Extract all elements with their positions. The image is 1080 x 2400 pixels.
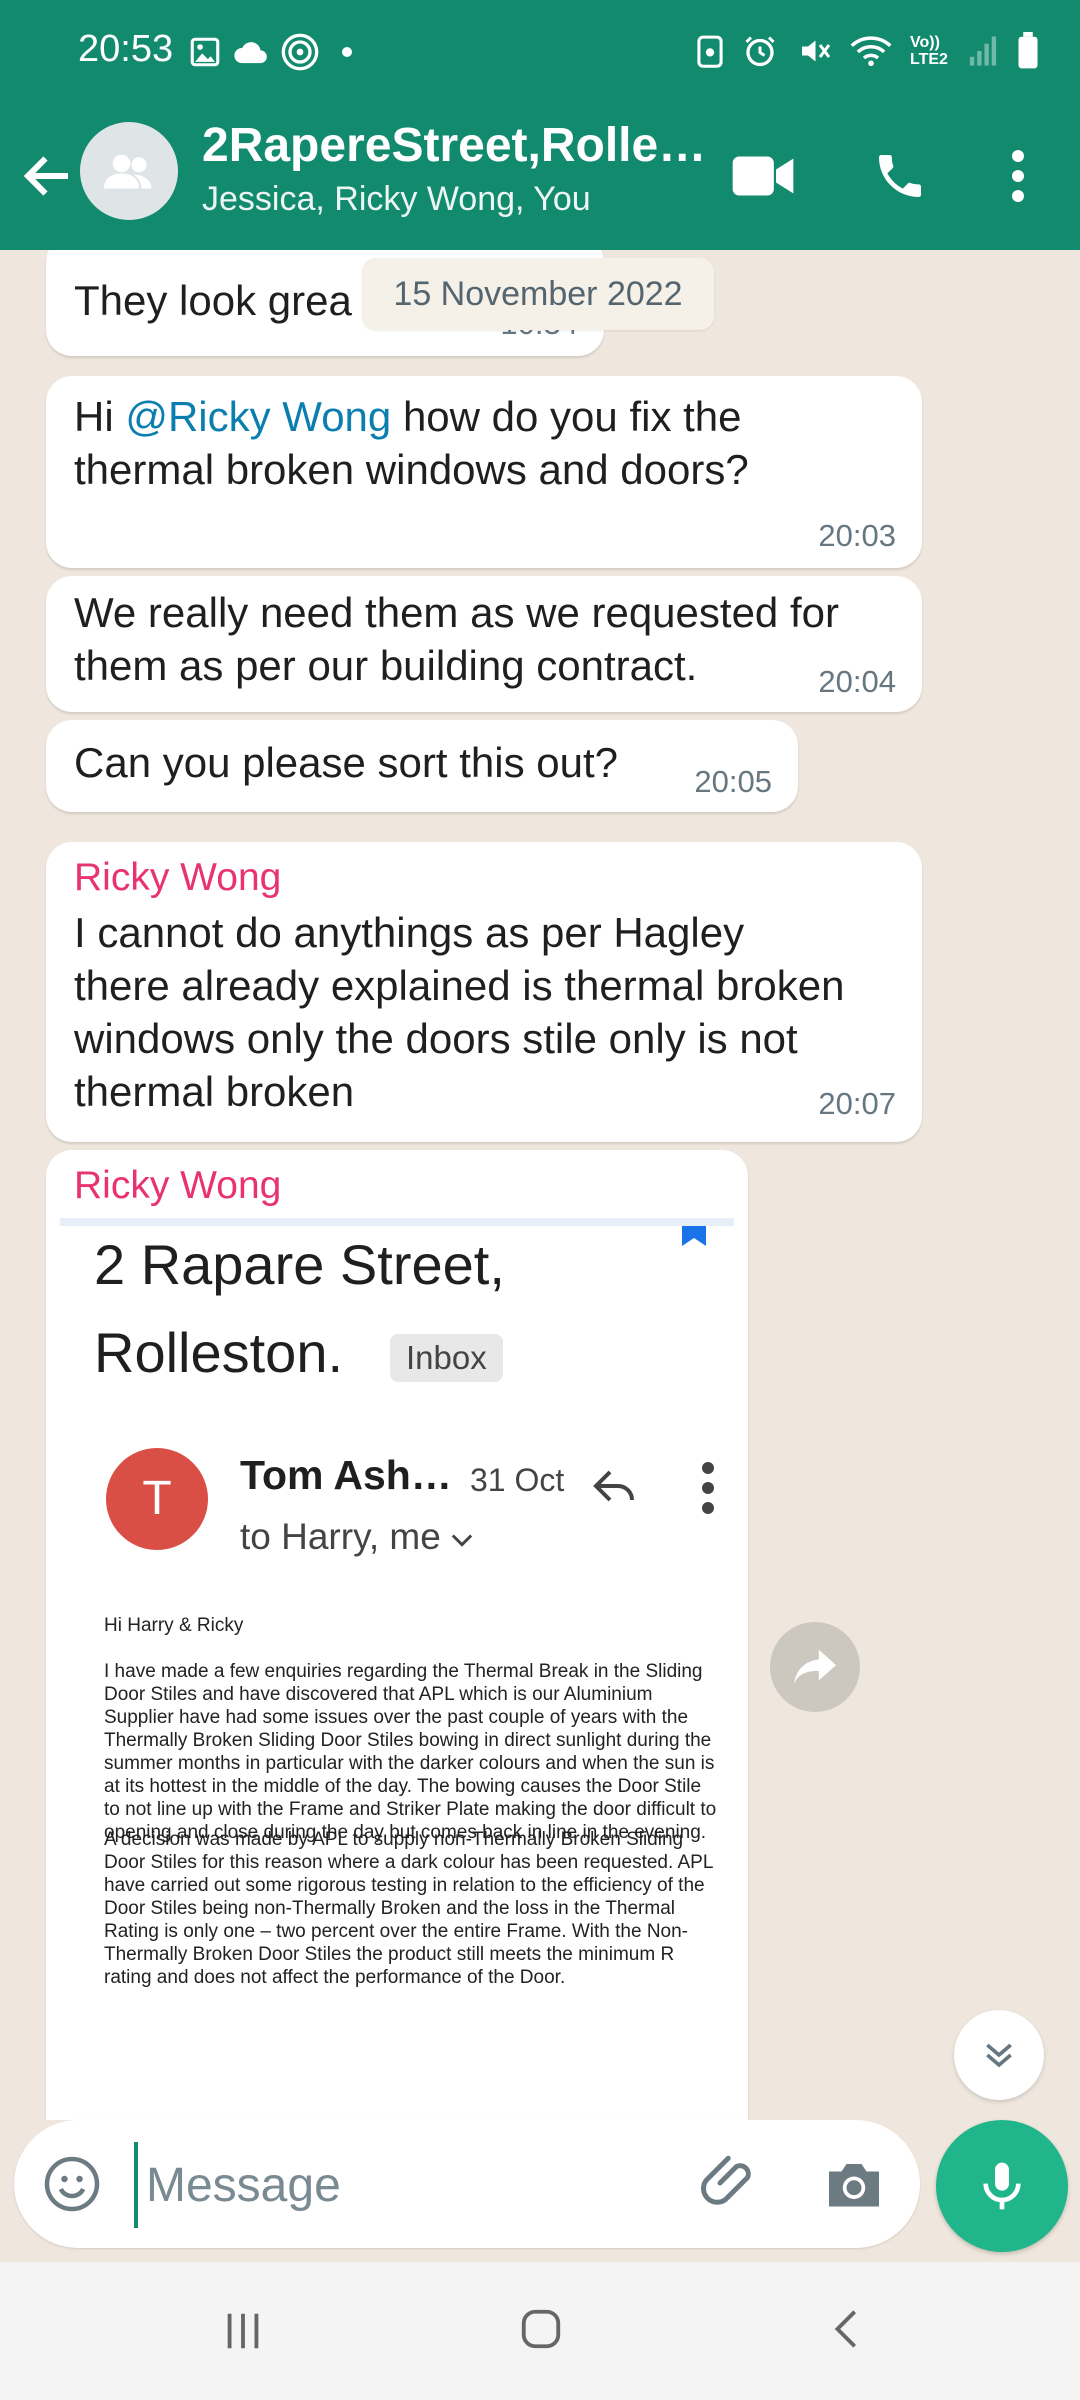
- message-bubble[interactable]: Can you please sort this out? 20:05: [46, 720, 798, 812]
- alarm-icon: [745, 36, 775, 67]
- scroll-to-bottom-button[interactable]: [954, 2010, 1044, 2100]
- camera-icon[interactable]: [824, 2156, 884, 2212]
- mention-link[interactable]: @Ricky Wong: [125, 393, 391, 440]
- back-arrow-icon[interactable]: [18, 146, 78, 206]
- bookmark-icon: [682, 1226, 706, 1246]
- back-icon[interactable]: [824, 2306, 870, 2352]
- chevron-down-icon: [451, 1534, 473, 1547]
- message-text: I cannot do anythings as per Hagley: [74, 909, 745, 956]
- message-text: We really need them as we requested for: [74, 589, 839, 636]
- mute-icon: [802, 40, 831, 62]
- voice-call-icon[interactable]: [872, 148, 928, 204]
- chat-header: 2RapereStreet,Rolle… Jessica, Ricky Wong…: [0, 110, 1080, 250]
- gallery-icon: [190, 37, 220, 67]
- battery-icon: [1018, 32, 1038, 69]
- message-text: how do you fix the: [391, 393, 742, 440]
- more-options-icon[interactable]: [1000, 146, 1036, 206]
- email-screenshot-image[interactable]: 2 Rapare Street, Rolleston. Inbox T Tom …: [60, 1218, 734, 2100]
- system-navigation-bar: [0, 2262, 1080, 2400]
- message-time: 20:05: [694, 764, 772, 799]
- chat-area[interactable]: They look grea 10:34 15 November 2022 Hi…: [0, 250, 1080, 2120]
- message-composer: [14, 2120, 920, 2248]
- message-text: windows only the doors stile only is not: [74, 1015, 798, 1062]
- message-bubble[interactable]: We really need them as we requested for …: [46, 576, 922, 712]
- email-sender-avatar: T: [106, 1448, 208, 1550]
- recent-apps-icon[interactable]: [220, 2308, 266, 2354]
- forward-icon: [793, 1649, 837, 1685]
- double-chevron-down-icon: [986, 2043, 1012, 2068]
- wifi-icon: [850, 36, 892, 67]
- inbox-label: Inbox: [390, 1334, 503, 1382]
- email-sender-name: Tom Ash…: [240, 1452, 452, 1498]
- message-bubble[interactable]: Ricky Wong I cannot do anythings as per …: [46, 842, 922, 1142]
- network-label: Vo)) LTE2: [910, 34, 948, 68]
- message-text: thermal broken windows and doors?: [74, 446, 749, 493]
- message-text: Can you please sort this out?: [74, 739, 618, 786]
- reply-icon: [593, 1470, 634, 1502]
- email-date: 31 Oct: [470, 1462, 565, 1498]
- group-icon: [104, 154, 152, 189]
- voice-message-button[interactable]: [936, 2120, 1068, 2252]
- email-more-icon: [702, 1462, 714, 1514]
- message-time: 20:04: [818, 664, 896, 699]
- attach-icon[interactable]: [698, 2150, 764, 2216]
- email-recipients: to Harry, me: [240, 1516, 441, 1557]
- message-text: They look grea: [74, 277, 352, 324]
- sender-name[interactable]: Ricky Wong: [74, 856, 281, 900]
- emoji-icon[interactable]: [42, 2154, 102, 2214]
- message-input[interactable]: [134, 2142, 608, 2228]
- email-greeting: Hi Harry & Ricky: [104, 1615, 244, 1636]
- video-call-icon[interactable]: [730, 150, 796, 202]
- message-time: 20:03: [818, 518, 896, 553]
- message-bubble[interactable]: Hi @Ricky Wong how do you fix the therma…: [46, 376, 922, 568]
- forward-button[interactable]: [770, 1622, 860, 1712]
- microphone-icon: [983, 2162, 1021, 2210]
- email-paragraph: A decision was made by APL to supply non…: [104, 1829, 713, 1988]
- dot-indicator: [342, 47, 352, 57]
- email-subject-line2: Rolleston.: [94, 1321, 344, 1384]
- nfc-icon: [281, 33, 319, 71]
- group-avatar[interactable]: [80, 122, 178, 220]
- status-bar: 20:53 Vo)) LTE2: [0, 0, 1080, 110]
- home-icon[interactable]: [518, 2306, 564, 2352]
- status-time: 20:53: [78, 28, 174, 70]
- email-paragraph: I have made a few enquiries regarding th…: [104, 1661, 717, 1843]
- image-message-bubble[interactable]: Ricky Wong 2 Rapare Street, Rolleston. I…: [46, 1150, 748, 2120]
- date-chip: 15 November 2022: [362, 258, 714, 330]
- participants-list[interactable]: Jessica, Ricky Wong, You: [202, 180, 591, 219]
- message-text: Hi: [74, 393, 126, 440]
- signal-icon: [969, 36, 997, 66]
- email-subject-line1: 2 Rapare Street,: [94, 1233, 505, 1296]
- message-text: them as per our building contract.: [74, 642, 698, 689]
- cloud-icon: [234, 42, 267, 64]
- message-time: 20:07: [818, 1086, 896, 1121]
- message-text: thermal broken: [74, 1068, 355, 1115]
- battery-saver-icon: [697, 35, 723, 68]
- sender-name[interactable]: Ricky Wong: [74, 1164, 281, 1208]
- chat-title[interactable]: 2RapereStreet,Rolle…: [202, 118, 702, 173]
- message-text: there already explained is thermal broke…: [74, 962, 845, 1009]
